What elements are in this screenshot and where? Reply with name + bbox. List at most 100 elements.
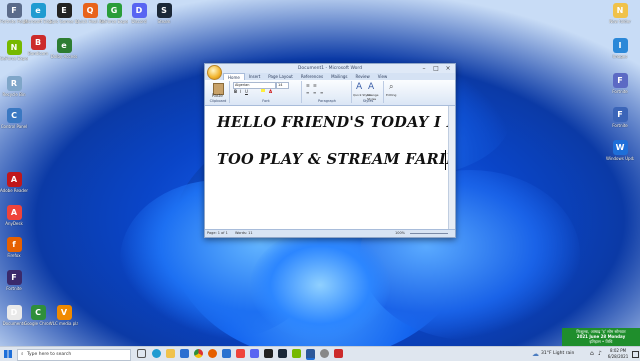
vertical-scrollbar[interactable] xyxy=(448,106,455,229)
edge-taskbar-icon[interactable] xyxy=(152,349,161,358)
title-bar[interactable]: Document1 - Microsoft Word – □ × xyxy=(205,64,455,73)
app-icon: D xyxy=(131,3,147,18)
epic-taskbar-icon[interactable] xyxy=(264,349,273,358)
desktop-icon[interactable]: e Dolby Access xyxy=(50,38,78,59)
desktop-icon[interactable]: VVLC media player xyxy=(50,305,78,326)
word-taskbar-icon[interactable] xyxy=(306,349,315,360)
app-icon: C xyxy=(30,305,46,320)
underline-button[interactable]: U xyxy=(245,89,248,94)
change-styles-icon[interactable]: A xyxy=(368,82,374,92)
text-cursor xyxy=(445,150,446,170)
font-size-box[interactable]: 14 xyxy=(276,82,289,89)
font-group: Algerian 14 B I U A Font xyxy=(231,81,302,103)
desktop-icon[interactable]: f Firefox xyxy=(0,237,28,258)
align-center-icon[interactable]: ≡ xyxy=(313,90,316,95)
highlight-icon[interactable] xyxy=(261,89,265,92)
bullets-icon[interactable]: ☰ xyxy=(306,83,310,88)
tab-insert[interactable]: Insert xyxy=(245,73,264,80)
volume-icon[interactable]: ♪ xyxy=(598,350,602,357)
maximize-icon[interactable]: □ xyxy=(430,64,442,73)
word-window[interactable]: Document1 - Microsoft Word – □ × Home In… xyxy=(204,63,456,238)
chrome-taskbar-icon[interactable] xyxy=(194,349,203,358)
app-icon: F xyxy=(612,107,628,122)
desktop-icon[interactable]: C Google Chrome xyxy=(24,305,52,326)
minimize-icon[interactable]: – xyxy=(418,64,430,73)
app-icon: N xyxy=(6,40,22,55)
office-button[interactable] xyxy=(207,65,222,80)
tab-references[interactable]: References xyxy=(297,73,327,80)
quick-styles-icon[interactable]: A xyxy=(356,82,362,92)
store-icon[interactable] xyxy=(180,349,189,358)
notification-icon[interactable] xyxy=(632,351,639,358)
document-line-2[interactable]: TOO PLAY & STREAM FARIEND xyxy=(217,151,449,168)
editing-icon[interactable]: ⌕ xyxy=(389,82,393,92)
desktop-icon[interactable]: WWindows Update xyxy=(606,140,634,161)
zoom-level[interactable]: 100% xyxy=(395,230,405,237)
app-icon: f xyxy=(6,237,22,252)
document-line-1[interactable]: HELLO FRIEND'S TODAY I BOUGHT xyxy=(217,114,449,131)
desktop-icon[interactable]: e Microsoft Edge xyxy=(24,3,52,24)
tab-review[interactable]: Review xyxy=(352,73,374,80)
clock[interactable]: 8:02 PM 6/28/2021 xyxy=(606,348,630,360)
editing-group: ⌕ Editing xyxy=(385,81,403,103)
desktop-icon[interactable]: GGeForce Experience xyxy=(100,3,128,24)
tab-view[interactable]: View xyxy=(374,73,392,80)
font-color-icon[interactable]: A xyxy=(269,89,272,94)
desktop-icon[interactable]: B Bandicam xyxy=(24,35,52,56)
document-page[interactable]: HELLO FRIEND'S TODAY I BOUGHT TOO PLAY &… xyxy=(205,106,449,229)
start-icon[interactable] xyxy=(4,350,12,358)
numbering-icon[interactable]: ☰ xyxy=(313,83,317,88)
search-box[interactable]: ⌕ Type here to search xyxy=(17,349,131,361)
clock-date: 6/28/2021 xyxy=(607,354,629,359)
desktop-icon-label: Dolby Access xyxy=(50,54,78,59)
search-icon: ⌕ xyxy=(21,352,24,357)
desktop-icon-label: GeForce Experience xyxy=(100,19,128,24)
nvidia-taskbar-icon[interactable] xyxy=(292,349,301,358)
clipboard-group: Paste Clipboard xyxy=(207,81,230,103)
desktop-icon[interactable]: D Discord xyxy=(125,3,153,24)
weather-icon[interactable]: ☁ xyxy=(532,350,539,358)
editing-button[interactable]: Editing xyxy=(386,93,396,97)
desktop-icon[interactable]: C Control Panel xyxy=(0,108,28,129)
zoom-slider[interactable] xyxy=(410,233,448,234)
desktop-icon[interactable]: I Images xyxy=(606,38,634,59)
firefox-taskbar-icon[interactable] xyxy=(208,349,217,358)
task-view-icon[interactable] xyxy=(137,349,146,358)
desktop-icon[interactable]: S Steam xyxy=(150,3,178,24)
tab-home[interactable]: Home xyxy=(223,73,245,80)
bold-button[interactable]: B xyxy=(234,89,237,94)
tab-mailings[interactable]: Mailings xyxy=(327,73,351,80)
desktop-icon[interactable]: A AnyDesk xyxy=(0,205,28,226)
anydesk-taskbar-icon[interactable] xyxy=(236,349,245,358)
desktop-icon-label: GeForce Experience xyxy=(0,56,28,61)
desktop-icon-label: Fortnite xyxy=(6,286,22,291)
desktop-icon[interactable]: F Fortnite xyxy=(0,270,28,291)
ribbon-tabs: Home Insert Page Layout References Maili… xyxy=(205,73,455,80)
desktop-icon[interactable]: N New folder xyxy=(606,3,634,24)
tab-page-layout[interactable]: Page Layout xyxy=(264,73,297,80)
bandicam-taskbar-icon[interactable] xyxy=(334,349,343,358)
desktop-icon[interactable]: A Adobe Reader xyxy=(0,172,28,193)
desktop-icon-label: VLC media player xyxy=(50,321,78,326)
weather-text[interactable]: 31°F Light rain xyxy=(541,351,574,356)
discord-taskbar-icon[interactable] xyxy=(250,349,259,358)
settings-taskbar-icon[interactable] xyxy=(320,349,329,358)
desktop-icon-label: New folder xyxy=(609,19,631,24)
file-explorer-icon[interactable] xyxy=(166,349,175,358)
desktop-icon[interactable]: F Fortnite xyxy=(606,73,634,94)
paste-button[interactable]: Paste xyxy=(212,93,223,98)
font-name-box[interactable]: Algerian xyxy=(233,82,276,89)
desktop-icon[interactable]: F Fortnite xyxy=(606,107,634,128)
desktop-icon-label: Bandicam xyxy=(28,51,48,56)
desktop-icon[interactable]: R Recycle Bin xyxy=(0,76,28,97)
desktop-icon[interactable]: EEpic Games Launcher xyxy=(50,3,78,24)
italic-button[interactable]: I xyxy=(240,89,241,94)
mail-icon[interactable] xyxy=(222,349,231,358)
align-right-icon[interactable]: ≡ xyxy=(320,90,323,95)
network-icon[interactable]: ⌂ xyxy=(590,350,594,357)
desktop-icon[interactable]: NGeForce Experience xyxy=(0,40,28,61)
word-count: Words: 11 xyxy=(235,231,253,235)
align-left-icon[interactable]: ≡ xyxy=(306,90,309,95)
close-icon[interactable]: × xyxy=(442,64,454,73)
steam-taskbar-icon[interactable] xyxy=(278,349,287,358)
